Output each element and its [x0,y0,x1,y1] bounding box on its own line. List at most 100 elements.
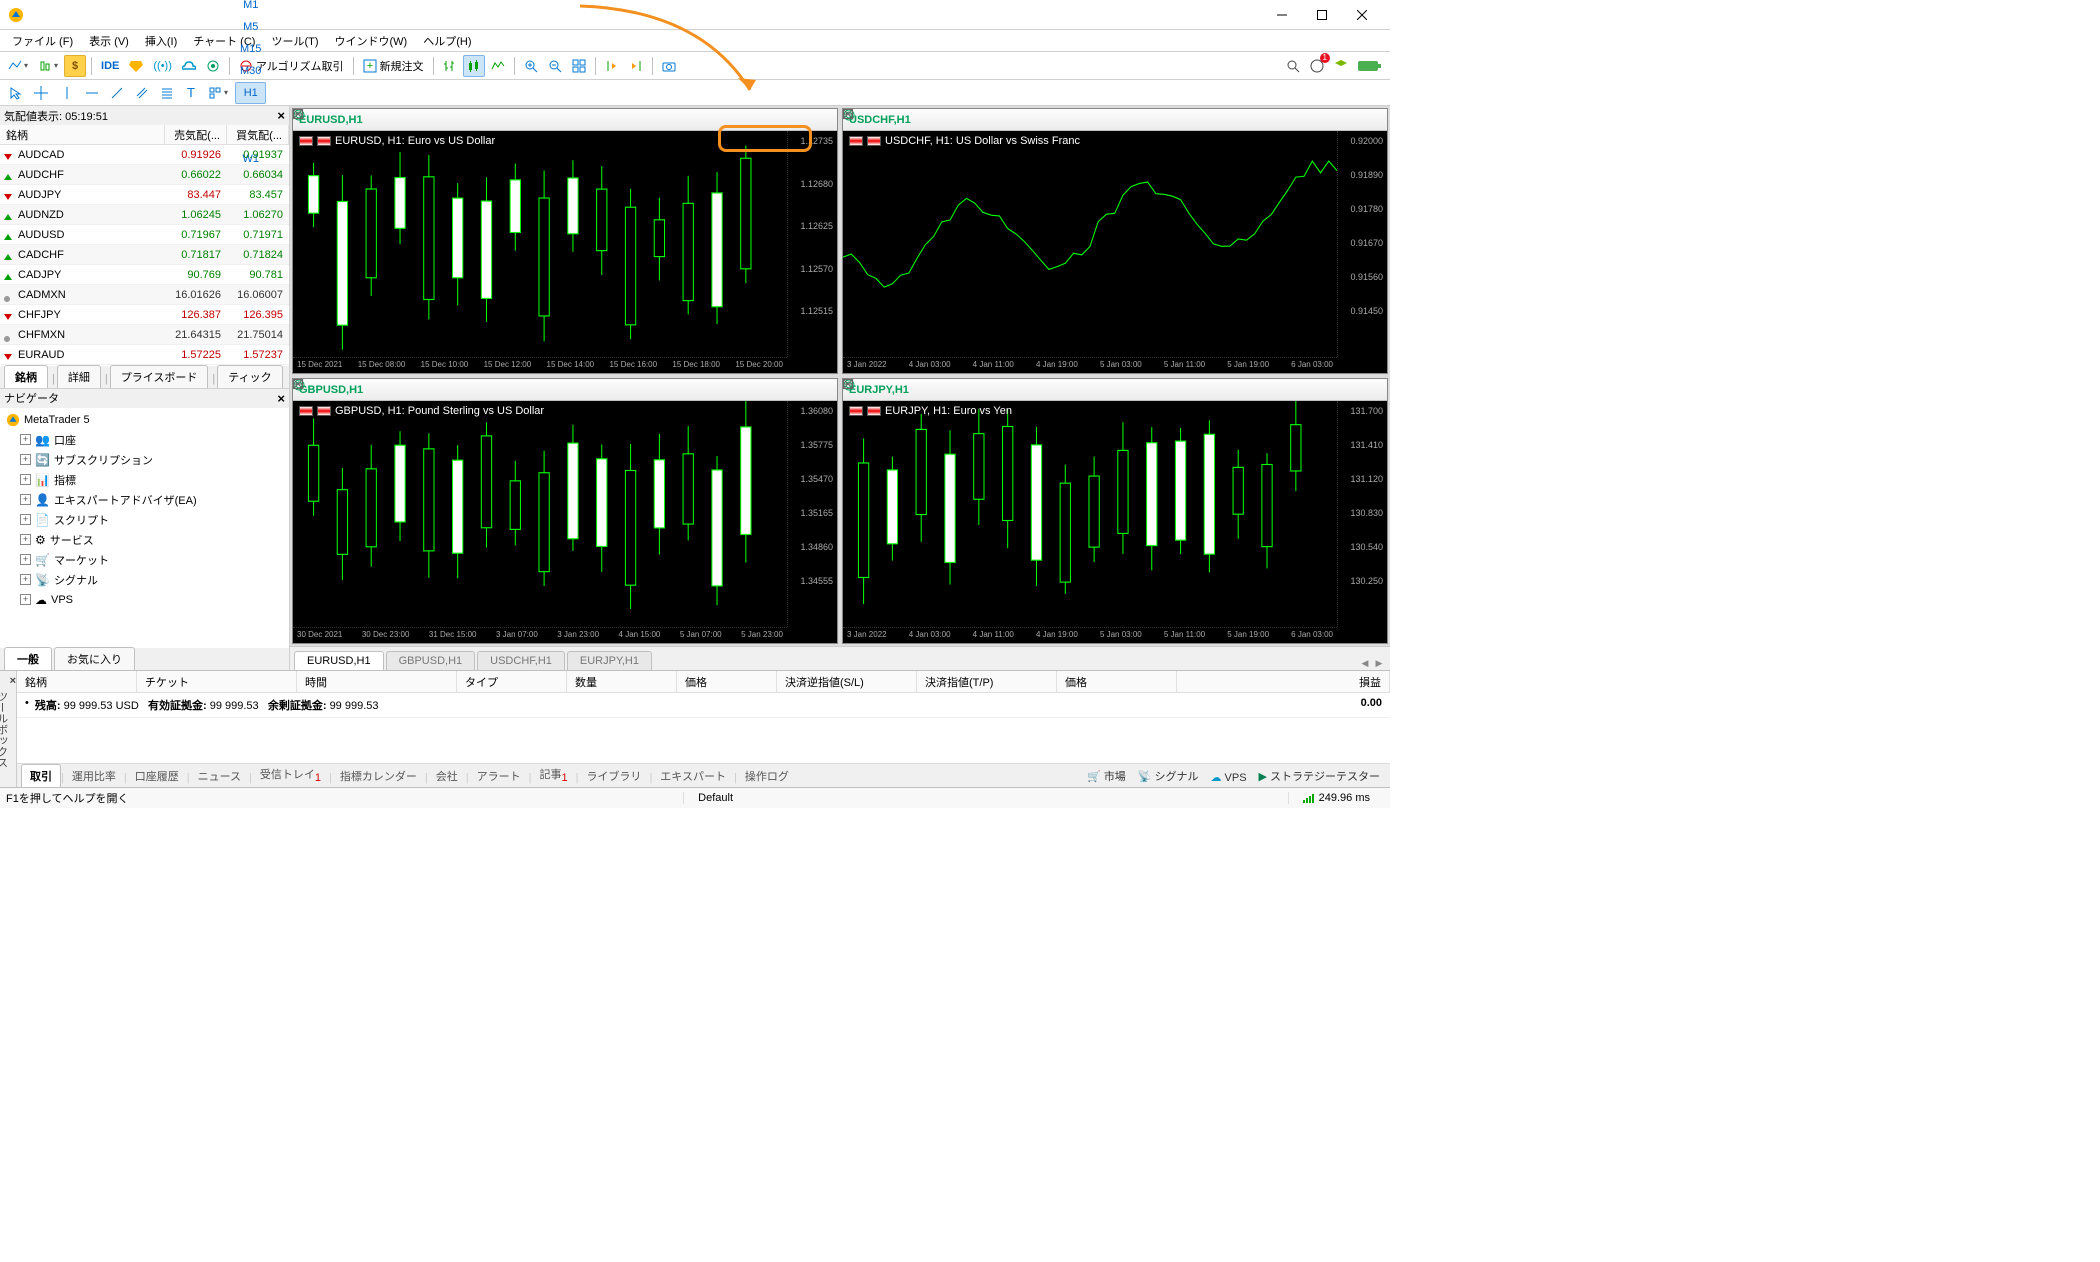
nav-item[interactable]: +📡シグナル [2,570,287,590]
line-style-button[interactable] [487,55,509,77]
toolbox-col[interactable]: 損益 [1177,671,1390,692]
line-chart-button[interactable]: ▾ [4,55,32,77]
toolbox-col[interactable]: 価格 [677,671,777,692]
menu-F[interactable]: ファイル (F) [4,31,81,51]
toolbox-tab[interactable]: 記事1 [531,763,575,787]
symbol-row[interactable]: AUDNZD1.062451.06270 [0,205,289,225]
toolbox-col[interactable]: 決済指値(T/P) [917,671,1057,692]
nav-item[interactable]: +☁VPS [2,590,287,610]
symbol-row[interactable]: CADCHF0.718170.71824 [0,245,289,265]
navigator-tree[interactable]: MetaTrader 5+👥口座+🔄サブスクリプション+📊指標+👤エキスパートア… [0,408,289,649]
nav-root[interactable]: MetaTrader 5 [2,410,287,430]
market-button[interactable] [125,55,147,77]
symbol-row[interactable]: EURAUD1.572251.57237 [0,345,289,365]
symbol-row[interactable]: AUDCAD0.919260.91937 [0,145,289,165]
new-order-button[interactable]: +新規注文 [359,55,428,77]
nav-item[interactable]: +🛒マーケット [2,550,287,570]
chart-tab[interactable]: EURJPY,H1 [567,651,652,670]
mw-tab-0[interactable]: 銘柄 [4,365,48,388]
col-ask[interactable]: 買気配(... [227,125,289,145]
menu-I[interactable]: 挿入(I) [137,31,185,51]
chart-close-button[interactable] [1357,112,1381,128]
mw-tab-1[interactable]: 詳細 [57,365,101,388]
timeframe-H1[interactable]: H1 [235,82,266,104]
toolbox-col[interactable]: タイプ [457,671,567,692]
chart-tab[interactable]: GBPUSD,H1 [386,651,476,670]
search-button[interactable] [1282,55,1304,77]
symbol-row[interactable]: CADMXN16.0162616.06007 [0,285,289,305]
nav-item[interactable]: +👤エキスパートアドバイザ(EA) [2,490,287,510]
window-close-button[interactable] [1342,1,1382,29]
col-symbol[interactable]: 銘柄 [0,125,165,145]
timeframe-M15[interactable]: M15 [235,38,266,60]
toolbox-tab[interactable]: 会社 [428,765,466,787]
menu-T[interactable]: ツール(T) [263,31,326,51]
chart-close-button[interactable] [807,382,831,398]
symbol-row[interactable]: CADJPY90.76990.781 [0,265,289,285]
toolbox-tab[interactable]: 取引 [21,764,61,787]
toolbox-link[interactable]: ▶ストラテジーテスター [1253,765,1386,787]
navigator-close-button[interactable]: × [277,391,285,406]
window-minimize-button[interactable] [1262,1,1302,29]
toolbox-col[interactable]: 時間 [297,671,457,692]
signals-button[interactable]: ((•)) [149,55,176,77]
chart-canvas[interactable]: EURUSD, H1: Euro vs US Dollar 1.127351.1… [293,131,837,373]
toolbox-tab[interactable]: エキスパート [652,765,734,787]
col-bid[interactable]: 売気配(... [165,125,227,145]
timeframe-M1[interactable]: M1 [235,0,266,16]
target-button[interactable] [202,55,224,77]
chart-tab-nav[interactable]: ▶ [1372,656,1386,670]
toolbox-tab[interactable]: ライブラリ [578,765,649,787]
candles-style-button[interactable] [463,55,485,77]
chart-close-button[interactable] [1357,382,1381,398]
toolbox-tab[interactable]: アラート [469,765,529,787]
dollar-button[interactable]: $ [64,55,86,77]
notifications-button[interactable] [1306,55,1328,77]
fibo-tool[interactable] [155,82,179,104]
nav-item[interactable]: +🔄サブスクリプション [2,450,287,470]
chart-close-button[interactable] [807,112,831,128]
toolbox-col[interactable]: 銘柄 [17,671,137,692]
nav-item[interactable]: +⚙サービス [2,530,287,550]
toolbox-close-button[interactable]: × [10,675,16,687]
toolbox-link[interactable]: ☁VPS [1205,768,1253,787]
window-maximize-button[interactable] [1302,1,1342,29]
toolbox-tab[interactable]: 受信トレイ1 [252,763,329,787]
toolbox-link[interactable]: 🛒市場 [1081,765,1132,787]
equidistant-tool[interactable] [130,82,154,104]
symbol-row[interactable]: AUDJPY83.44783.457 [0,185,289,205]
bars-style-button[interactable] [439,55,461,77]
toolbox-tab[interactable]: 口座履歴 [127,765,187,787]
toolbox-col[interactable]: 価格 [1057,671,1177,692]
crosshair-tool[interactable] [29,82,53,104]
vps-button[interactable] [178,55,200,77]
chart-tab[interactable]: EURUSD,H1 [294,651,384,670]
menu-W[interactable]: ウインドウ(W) [327,31,416,51]
chart-canvas[interactable]: EURJPY, H1: Euro vs Yen 131.700131.41013… [843,401,1387,643]
objects-tool[interactable]: ▾ [203,82,233,104]
chart-tab[interactable]: USDCHF,H1 [477,651,565,670]
account-icon[interactable] [1330,55,1352,77]
timeframe-M5[interactable]: M5 [235,16,266,38]
zoom-in-button[interactable] [520,55,542,77]
toolbox-link[interactable]: 📡シグナル [1132,765,1205,787]
vline-tool[interactable] [55,82,79,104]
toolbox-col[interactable]: チケット [137,671,297,692]
symbol-row[interactable]: CHFJPY126.387126.395 [0,305,289,325]
hline-tool[interactable] [80,82,104,104]
menu-H[interactable]: ヘルプ(H) [415,31,479,51]
trendline-tool[interactable] [105,82,129,104]
chart-tab-nav[interactable]: ◀ [1358,656,1372,670]
chart-canvas[interactable]: USDCHF, H1: US Dollar vs Swiss Franc 0.9… [843,131,1387,373]
mw-tab-3[interactable]: ティック [217,365,282,388]
nav-item[interactable]: +📄スクリプト [2,510,287,530]
toolbox-tab[interactable]: 操作ログ [737,765,797,787]
ide-button[interactable]: IDE [97,55,123,77]
toolbox-col[interactable]: 決済逆指値(S/L) [777,671,917,692]
symbol-row[interactable]: AUDCHF0.660220.66034 [0,165,289,185]
cursor-tool[interactable] [4,82,28,104]
toolbox-col[interactable]: 数量 [567,671,677,692]
menu-V[interactable]: 表示 (V) [81,31,137,51]
autoscroll-button[interactable] [625,55,647,77]
symbol-row[interactable]: CHFMXN21.6431521.75014 [0,325,289,345]
